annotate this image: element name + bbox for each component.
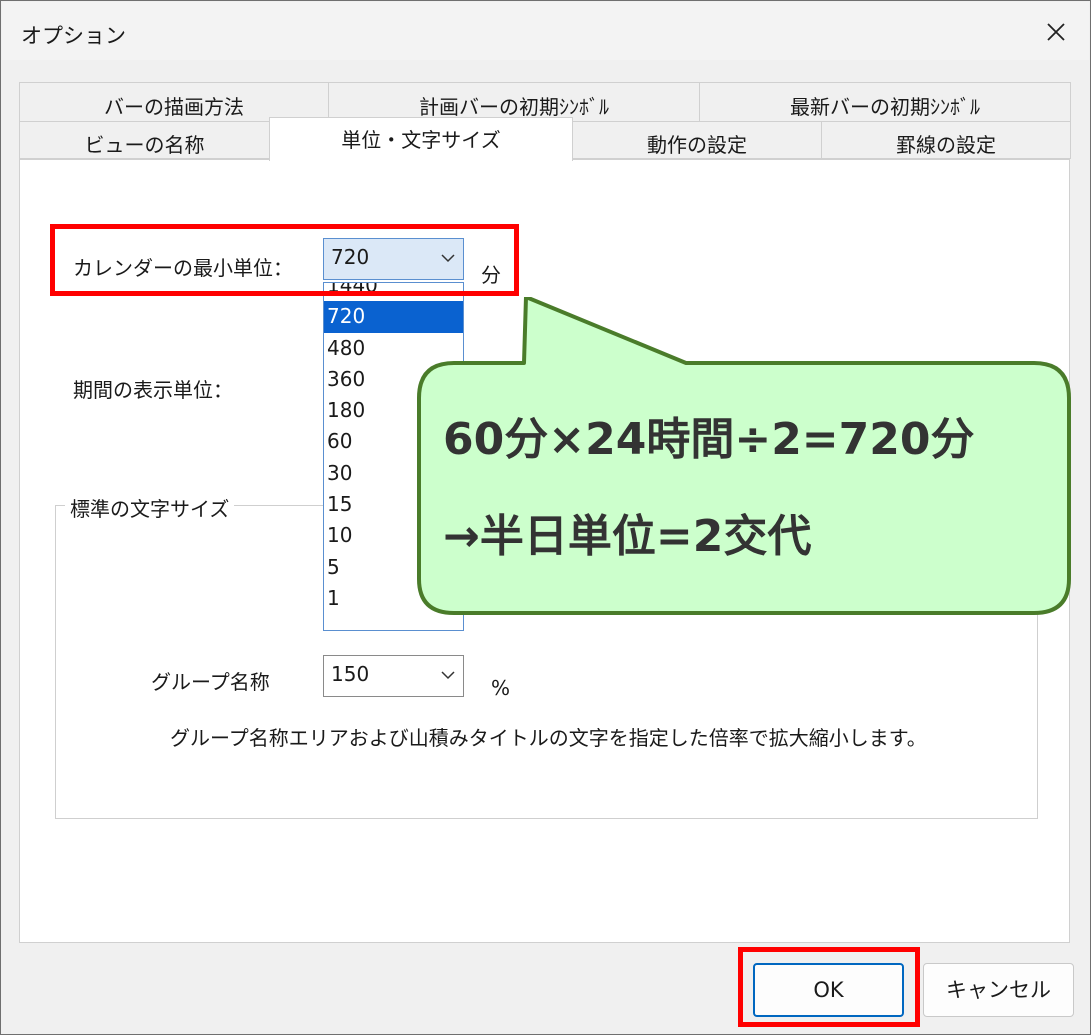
tab-label: 最新バーの初期ｼﾝﾎﾞﾙ: [790, 95, 980, 119]
tab-plan-bar-symbol[interactable]: 計画バーの初期ｼﾝﾎﾞﾙ: [328, 82, 700, 121]
cancel-button[interactable]: キャンセル: [923, 963, 1074, 1017]
close-button[interactable]: [1032, 10, 1080, 54]
period-unit-label: 期間の表示単位：: [73, 378, 233, 402]
callout-line-1: 60分×24時間÷2=720分: [443, 414, 975, 465]
tab-behavior-settings[interactable]: 動作の設定: [572, 121, 822, 159]
group-name-size-value: 150: [331, 662, 370, 686]
tab-bar-drawing[interactable]: バーの描画方法: [19, 82, 329, 121]
group-name-size-unit: %: [491, 676, 511, 700]
calendar-unit-suffix: 分: [481, 263, 501, 287]
font-size-group-title: 標準の文字サイズ: [65, 493, 235, 522]
callout-line-2: →半日単位=2交代: [443, 511, 812, 562]
chevron-down-icon: [441, 254, 455, 263]
title-bar: オプション: [2, 2, 1089, 60]
close-icon: [1047, 23, 1065, 41]
tab-view-name[interactable]: ビューの名称: [19, 121, 270, 159]
options-dialog: オプション バーの描画方法 計画バーの初期ｼﾝﾎﾞﾙ 最新バーの初期ｼﾝﾎﾞﾙ …: [0, 0, 1091, 1035]
chevron-down-icon: [441, 671, 455, 680]
tab-unit-font-size[interactable]: 単位・文字サイズ: [269, 117, 573, 161]
window-title: オプション: [21, 24, 126, 48]
tab-rule-settings[interactable]: 罫線の設定: [821, 121, 1071, 159]
group-name-label: グループ名称: [151, 670, 270, 694]
group-name-size-select[interactable]: 150: [323, 655, 464, 697]
ok-button[interactable]: OK: [753, 963, 904, 1017]
tab-label: ビューの名称: [84, 133, 205, 157]
calendar-unit-value: 720: [331, 245, 370, 269]
tab-label: 動作の設定: [647, 133, 747, 157]
tab-label: 罫線の設定: [896, 133, 996, 157]
tab-label: バーの描画方法: [104, 95, 244, 119]
tab-label: 計画バーの初期ｼﾝﾎﾞﾙ: [419, 95, 609, 119]
tab-latest-bar-symbol[interactable]: 最新バーの初期ｼﾝﾎﾞﾙ: [699, 82, 1071, 121]
calendar-unit-select[interactable]: 720: [323, 238, 464, 280]
calendar-unit-label: カレンダーの最小単位：: [73, 256, 293, 280]
group-name-description: グループ名称エリアおよび山積みタイトルの文字を指定した倍率で拡大縮小します。: [170, 726, 927, 750]
tab-label: 単位・文字サイズ: [341, 128, 501, 152]
